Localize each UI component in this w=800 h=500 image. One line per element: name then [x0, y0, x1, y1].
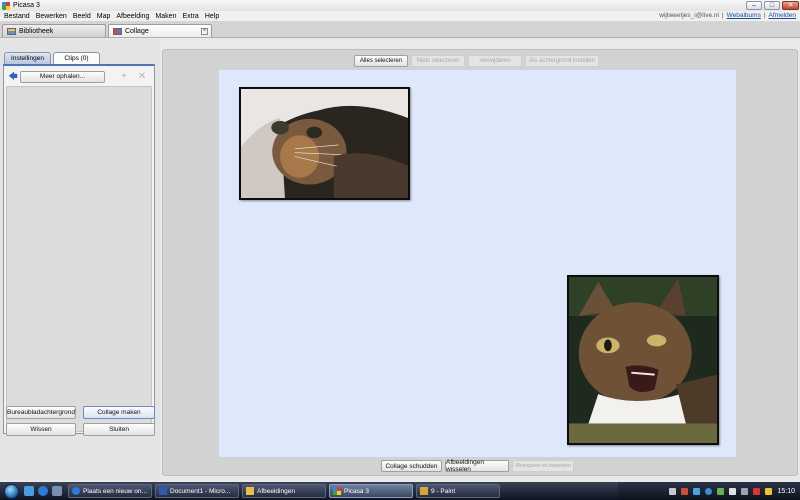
media-player-icon[interactable]: [705, 487, 713, 495]
tab-collage-label: Collage: [125, 27, 149, 35]
taskbar-item-picasa[interactable]: Picasa 3: [329, 484, 413, 498]
menu-help[interactable]: Help: [205, 13, 219, 20]
taskbar-item-paint[interactable]: 9 - Paint: [416, 484, 500, 498]
close-tab-icon[interactable]: ×: [201, 28, 208, 35]
taskbar-item-label: Picasa 3: [344, 487, 369, 495]
volume-icon[interactable]: [741, 487, 749, 495]
taskbar-item-label: Plaats een nieuw on...: [83, 487, 147, 495]
close-collage-button[interactable]: Sluiten: [83, 423, 155, 436]
close-window-button[interactable]: ✕: [782, 1, 799, 10]
internet-explorer-icon[interactable]: [38, 486, 48, 496]
library-icon: [7, 27, 16, 35]
tab-collage[interactable]: Collage ×: [108, 24, 212, 37]
tab-settings[interactable]: Instellingen: [4, 52, 51, 64]
tray-icon[interactable]: [753, 487, 761, 495]
tab-clips[interactable]: Clips (0): [53, 52, 100, 64]
delete-button[interactable]: Verwijderen: [468, 55, 522, 67]
maximize-button[interactable]: □: [764, 1, 780, 10]
tray-icon[interactable]: [765, 487, 773, 495]
tray-icon[interactable]: [693, 487, 701, 495]
network-icon[interactable]: [729, 487, 737, 495]
remove-icon[interactable]: ✕: [135, 71, 149, 83]
taskbar-item-ie[interactable]: Plaats een nieuw on...: [68, 484, 152, 498]
cat-under-blanket-image: [241, 89, 408, 198]
minimize-button[interactable]: –: [746, 1, 762, 10]
word-icon: [159, 487, 167, 495]
paint-icon: [420, 487, 428, 495]
tray-icon[interactable]: [669, 487, 677, 495]
system-tray: 15:10: [618, 482, 800, 500]
browser-icon: [72, 487, 80, 495]
taskbar-item-word[interactable]: Document1 - Micro...: [155, 484, 239, 498]
quick-launch: [24, 486, 62, 496]
clips-panel: 🡄 Meer ophalen... + ✕: [3, 64, 155, 434]
clips-toolbar: 🡄 Meer ophalen... + ✕: [6, 70, 152, 83]
clips-list[interactable]: [6, 86, 152, 432]
clear-button[interactable]: Wissen: [6, 423, 76, 436]
switch-windows-icon[interactable]: [52, 486, 62, 496]
shuffle-collage-button[interactable]: Collage schudden: [381, 460, 442, 472]
add-icon[interactable]: +: [117, 71, 131, 83]
tray-icon[interactable]: [681, 487, 689, 495]
account-area: wijtweetjes_i@live.nl | Webalbums | Afme…: [659, 12, 796, 19]
menu-view[interactable]: Beeld: [73, 13, 91, 20]
menu-edit[interactable]: Bewerken: [36, 13, 67, 20]
collage-canvas[interactable]: [218, 69, 737, 458]
left-panel: Instellingen Clips (0) 🡄 Meer ophalen...…: [0, 39, 160, 480]
web-albums-link[interactable]: Webalbums: [727, 12, 761, 19]
taskbar-item-label: Document1 - Micro...: [170, 487, 231, 495]
menu-picture[interactable]: Afbeelding: [116, 13, 149, 20]
sign-out-link[interactable]: Afmelden: [769, 12, 796, 19]
tab-library-label: Bibliotheek: [19, 27, 54, 35]
view-and-edit-button[interactable]: Weergaven en bewerken: [512, 460, 574, 472]
desktop-background-button[interactable]: Bureaubladachtergrond: [6, 406, 76, 419]
back-arrow-icon[interactable]: 🡄: [6, 71, 20, 83]
collage-photo-cat-meowing[interactable]: [567, 275, 719, 445]
account-separator-2: |: [763, 12, 766, 19]
cat-meowing-image: [569, 277, 717, 443]
window-title: Picasa 3: [13, 2, 40, 9]
collage-photo-cat-hiding[interactable]: [239, 87, 410, 200]
account-email: wijtweetjes_i@live.nl: [659, 12, 719, 19]
title-bar: Picasa 3 – □ ✕: [0, 0, 800, 11]
windows-taskbar: Plaats een nieuw on... Document1 - Micro…: [0, 482, 800, 500]
taskbar-item-label: Afbeeldingen: [257, 487, 295, 495]
menu-create[interactable]: Maken: [155, 13, 176, 20]
get-more-button[interactable]: Meer ophalen...: [20, 70, 105, 83]
taskbar-item-label: 9 - Paint: [431, 487, 456, 495]
account-separator: |: [721, 12, 724, 19]
start-button[interactable]: [0, 482, 22, 500]
swap-images-button[interactable]: Afbeeldingen wisselen: [445, 459, 509, 473]
select-none-button[interactable]: Niets selecteren: [411, 55, 465, 67]
set-as-background-button[interactable]: Als achtergrond instellen: [525, 55, 599, 67]
tray-icon[interactable]: [717, 487, 725, 495]
folder-icon: [246, 487, 254, 495]
picasa-app-icon: [2, 1, 10, 10]
select-all-button[interactable]: Alles selecteren: [354, 55, 408, 67]
windows-orb-icon: [3, 483, 19, 499]
tab-library[interactable]: Bibliotheek: [2, 24, 106, 37]
menu-bar: Bestand Bewerken Beeld Map Afbeelding Ma…: [0, 11, 800, 22]
menu-tools[interactable]: Extra: [182, 13, 198, 20]
collage-icon: [113, 27, 122, 35]
document-tab-strip: Bibliotheek Collage ×: [0, 22, 800, 38]
make-collage-button[interactable]: Collage maken: [83, 406, 155, 419]
menu-folder[interactable]: Map: [97, 13, 111, 20]
picasa-icon: [333, 487, 341, 495]
taskbar-item-pictures[interactable]: Afbeeldingen: [242, 484, 326, 498]
menu-file[interactable]: Bestand: [4, 13, 30, 20]
clock[interactable]: 15:10: [777, 488, 795, 495]
show-desktop-icon[interactable]: [24, 486, 34, 496]
